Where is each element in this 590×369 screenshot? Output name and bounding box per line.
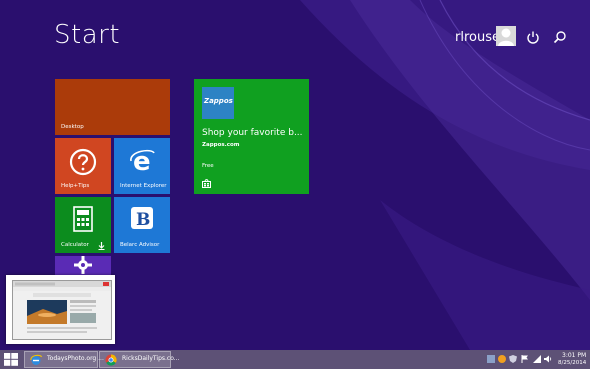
download-icon — [98, 242, 105, 250]
taskbar: TodaysPhoto.org ... RicksDailyTips.co... — [0, 350, 590, 369]
belarc-icon: B — [131, 207, 153, 230]
tile-zappos-store[interactable]: Zappos Shop your favorite b... Zappos.co… — [194, 79, 309, 194]
tile-belarc-label: Belarc Advisor — [120, 242, 160, 248]
gear-icon — [74, 256, 92, 274]
taskbar-item-ie[interactable]: TodaysPhoto.org ... — [24, 351, 104, 368]
tile-calculator-label: Calculator — [61, 242, 89, 248]
zappos-price: Free — [202, 163, 214, 169]
thumbnail-window — [12, 280, 112, 340]
user-avatar-icon — [498, 28, 514, 46]
tile-help-tips[interactable]: Help+Tips — [55, 138, 111, 194]
thumbnail-content — [13, 281, 111, 333]
tray-shield-icon[interactable] — [509, 355, 517, 363]
calculator-icon — [73, 206, 93, 232]
taskbar-item-ie-label: TodaysPhoto.org ... — [47, 355, 104, 362]
taskbar-item-chrome[interactable]: RicksDailyTips.co... — [99, 351, 180, 368]
tile-internet-explorer[interactable]: e Internet Explorer — [114, 138, 170, 194]
tile-desktop[interactable]: Desktop — [55, 79, 170, 135]
user-name[interactable]: rlrouse — [455, 30, 500, 45]
tile-calculator[interactable]: Calculator — [55, 197, 111, 253]
internet-explorer-icon: e — [130, 147, 155, 175]
tile-help-label: Help+Tips — [61, 183, 90, 189]
taskbar-thumbnail-preview[interactable] — [6, 275, 115, 344]
windows-start-icon[interactable] — [4, 353, 18, 366]
help-icon — [69, 148, 97, 176]
zappos-title: Shop your favorite b... — [202, 128, 303, 138]
volume-icon[interactable] — [544, 355, 552, 363]
internet-explorer-icon — [30, 354, 42, 365]
zappos-logo: Zappos — [202, 87, 234, 119]
tile-belarc-advisor[interactable]: B Belarc Advisor — [114, 197, 170, 253]
power-icon[interactable] — [526, 30, 540, 44]
user-avatar[interactable] — [496, 26, 516, 46]
network-icon[interactable] — [533, 355, 541, 363]
zappos-logo-text: Zappos — [204, 97, 233, 105]
tile-desktop-label: Desktop — [61, 124, 84, 130]
zappos-publisher: Zappos.com — [202, 142, 240, 148]
taskbar-item-chrome-label: RicksDailyTips.co... — [122, 355, 180, 362]
start-title: Start — [54, 20, 121, 50]
tile-ie-label: Internet Explorer — [120, 183, 167, 189]
clock-date[interactable]: 8/25/2014 — [558, 360, 586, 366]
tray-app-icon[interactable] — [487, 355, 495, 363]
tray-notification-icon[interactable] — [498, 355, 506, 363]
action-center-flag-icon[interactable] — [521, 355, 529, 363]
tile-settings[interactable] — [55, 256, 111, 276]
chrome-icon — [105, 354, 117, 366]
store-icon — [202, 179, 211, 188]
clock-time[interactable]: 3:01 PM — [562, 352, 586, 359]
svg-text:B: B — [136, 210, 150, 230]
search-icon[interactable] — [553, 30, 567, 44]
